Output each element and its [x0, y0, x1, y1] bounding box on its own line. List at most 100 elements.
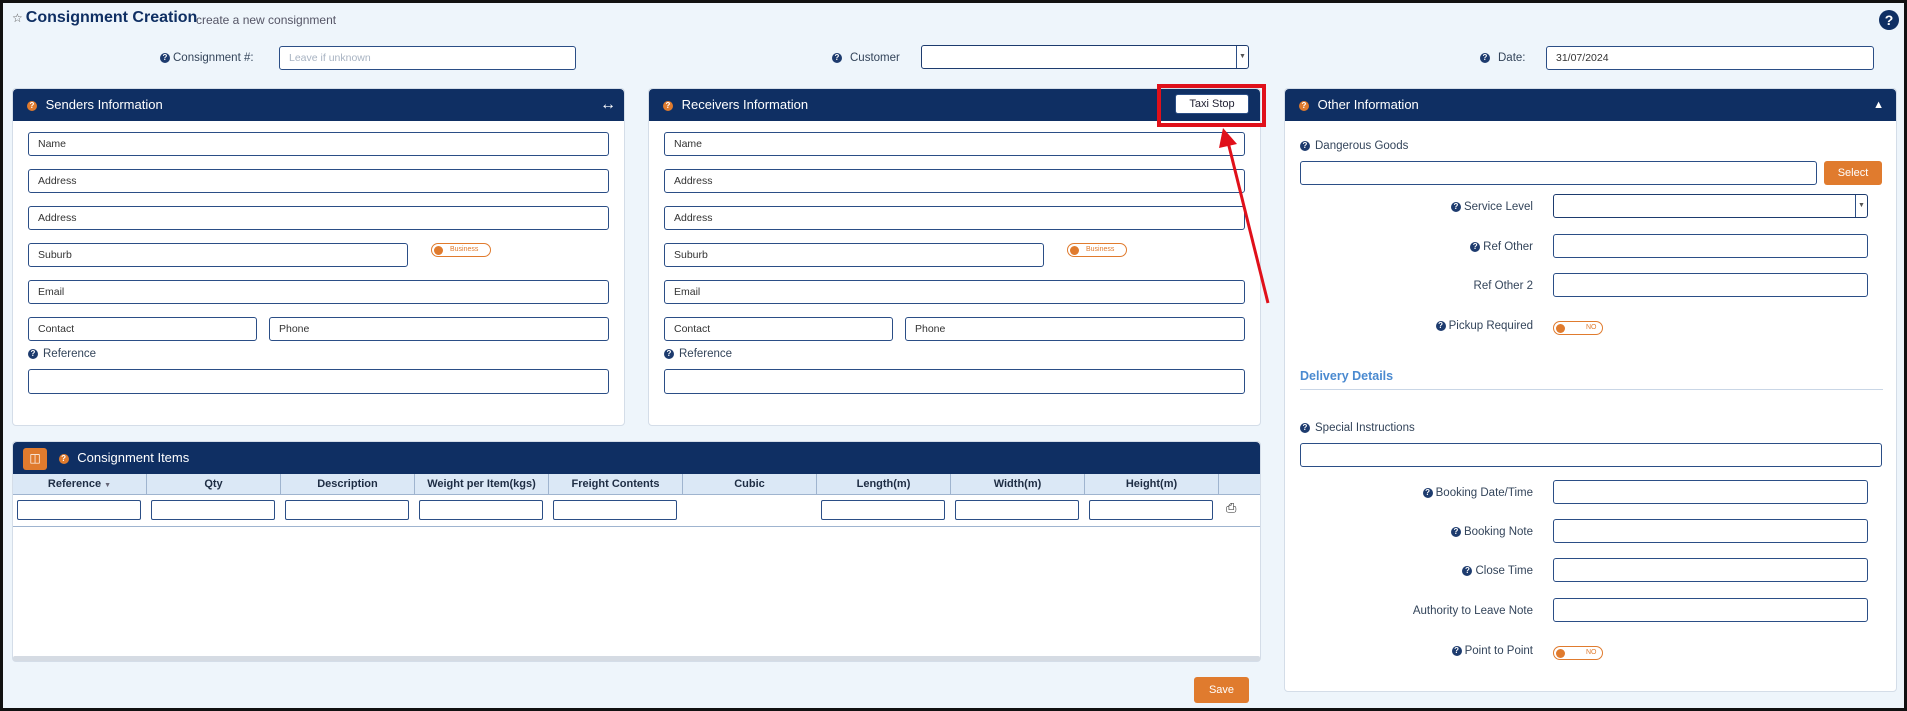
dangerous-goods-input[interactable] [1300, 161, 1817, 185]
help-icon[interactable]: ? [663, 100, 673, 111]
help-icon[interactable]: ? [1300, 140, 1310, 151]
booking-note-input[interactable] [1553, 519, 1868, 543]
column-header[interactable]: Qty [147, 474, 281, 495]
column-header[interactable]: Cubic [683, 474, 817, 495]
freight-contents-cell-input[interactable] [553, 500, 677, 520]
dangerous-goods-label-text: Dangerous Goods [1315, 140, 1409, 152]
sender-name-field[interactable]: Name [28, 132, 609, 156]
length-cell-input[interactable] [821, 500, 945, 520]
columns-toggle-icon[interactable]: ◫ [23, 447, 47, 470]
sort-icon[interactable]: ▼ [104, 482, 111, 489]
horizontal-scrollbar[interactable] [13, 656, 1260, 661]
page-subtitle: create a new consignment [196, 13, 337, 27]
senders-title: Senders Information [45, 97, 163, 112]
receiver-business-toggle[interactable]: Business [1067, 243, 1127, 257]
qty-cell-input[interactable] [151, 500, 275, 520]
help-icon[interactable]: ? [1299, 100, 1309, 111]
sender-business-toggle[interactable]: Business [431, 243, 491, 257]
help-icon[interactable]: ? [1300, 422, 1310, 433]
help-icon[interactable]: ? [832, 52, 842, 63]
delivery-details-title: Delivery Details [1300, 369, 1394, 383]
close-time-label-text: Close Time [1475, 565, 1533, 577]
help-icon[interactable]: ? [27, 100, 37, 111]
select-button[interactable]: Select [1824, 161, 1882, 185]
divider [1300, 389, 1883, 390]
help-icon[interactable]: ? [1462, 565, 1473, 576]
consignment-items-panel: ◫ ? Consignment Items Reference ▼ Qty De… [12, 441, 1261, 662]
date-label: ? Date: [1480, 52, 1526, 64]
collapse-icon[interactable]: ▲ [1873, 89, 1884, 121]
annotation-arrow-icon [1219, 128, 1270, 304]
column-header[interactable]: Length(m) [817, 474, 951, 495]
pickup-required-label: ? Pickup Required [1285, 320, 1533, 332]
receiver-email-field[interactable]: Email [664, 280, 1245, 304]
booking-datetime-input[interactable] [1553, 480, 1868, 504]
dropdown-arrow-icon[interactable]: ▼ [1236, 46, 1248, 68]
star-icon[interactable]: ☆ [12, 11, 23, 25]
sender-contact-field[interactable]: Contact [28, 317, 257, 341]
customer-select[interactable]: ▼ [921, 45, 1249, 69]
help-icon[interactable]: ? [1450, 526, 1461, 537]
column-header[interactable]: Height(m) [1085, 474, 1219, 495]
dropdown-arrow-icon[interactable]: ▼ [1855, 195, 1867, 217]
help-icon[interactable]: ? [1470, 241, 1481, 252]
receiver-address2-field[interactable]: Address [664, 206, 1245, 230]
ref-other2-label: Ref Other 2 [1473, 280, 1533, 292]
sender-reference-label: ? Reference [28, 348, 96, 360]
sender-suburb-field[interactable]: Suburb [28, 243, 408, 267]
pickup-required-toggle[interactable]: NO [1553, 321, 1603, 335]
column-header[interactable]: Weight per Item(kgs) [415, 474, 549, 495]
help-icon[interactable]: ? [664, 348, 674, 359]
help-icon[interactable]: ? [28, 348, 38, 359]
receiver-suburb-field[interactable]: Suburb [664, 243, 1044, 267]
help-icon[interactable]: ? [1450, 201, 1461, 212]
ref-other-label: ? Ref Other [1285, 241, 1533, 253]
special-instructions-label-text: Special Instructions [1315, 422, 1415, 434]
column-header[interactable]: Width(m) [951, 474, 1085, 495]
receiver-name-field[interactable]: Name [664, 132, 1245, 156]
receiver-contact-field[interactable]: Contact [664, 317, 893, 341]
date-input[interactable]: 31/07/2024 [1546, 46, 1874, 70]
close-time-input[interactable] [1553, 558, 1868, 582]
help-icon[interactable]: ? [1435, 320, 1446, 331]
reference-cell-input[interactable] [17, 500, 141, 520]
authority-to-leave-input[interactable] [1553, 598, 1868, 622]
column-header[interactable]: Freight Contents [549, 474, 683, 495]
sender-address1-field[interactable]: Address [28, 169, 609, 193]
help-icon[interactable]: ? [1480, 52, 1490, 63]
help-icon[interactable]: ? [1879, 10, 1899, 30]
weight-cell-input[interactable] [419, 500, 543, 520]
receiver-reference-input[interactable] [664, 369, 1245, 394]
description-cell-input[interactable] [285, 500, 409, 520]
height-cell-input[interactable] [1089, 500, 1213, 520]
other-info-panel: ? Other Information ▲ ? Dangerous Goods S… [1284, 88, 1897, 692]
pickup-required-label-text: Pickup Required [1448, 320, 1533, 332]
consignment-number-label: ? Consignment #: [160, 52, 254, 64]
help-icon[interactable]: ? [1422, 487, 1433, 498]
ref-other2-input[interactable] [1553, 273, 1868, 297]
booking-datetime-label: ? Booking Date/Time [1285, 487, 1533, 499]
point-to-point-toggle[interactable]: NO [1553, 646, 1603, 660]
print-icon[interactable]: ⎙ [1226, 500, 1236, 516]
ref-other-input[interactable] [1553, 234, 1868, 258]
column-header[interactable]: Reference ▼ [13, 474, 147, 495]
special-instructions-input[interactable] [1300, 443, 1882, 467]
help-icon[interactable]: ? [1451, 645, 1462, 656]
sender-address2-field[interactable]: Address [28, 206, 609, 230]
width-cell-input[interactable] [955, 500, 1079, 520]
column-header[interactable]: Description [281, 474, 415, 495]
sender-reference-input[interactable] [28, 369, 609, 394]
help-icon[interactable]: ? [58, 453, 69, 464]
receiver-phone-field[interactable]: Phone [905, 317, 1245, 341]
service-level-select[interactable]: ▼ [1553, 194, 1868, 218]
save-button[interactable]: Save [1194, 677, 1249, 703]
sender-email-field[interactable]: Email [28, 280, 609, 304]
sender-reference-label-text: Reference [43, 348, 97, 360]
help-icon[interactable]: ? [160, 52, 170, 63]
receiver-address1-field[interactable]: Address [664, 169, 1245, 193]
consignment-number-input[interactable]: Leave if unknown [279, 46, 576, 70]
taxi-stop-button[interactable]: Taxi Stop [1175, 94, 1249, 114]
expand-horizontal-icon[interactable]: ↔ [600, 89, 616, 121]
sender-phone-field[interactable]: Phone [269, 317, 609, 341]
point-to-point-label-text: Point to Point [1464, 645, 1533, 657]
